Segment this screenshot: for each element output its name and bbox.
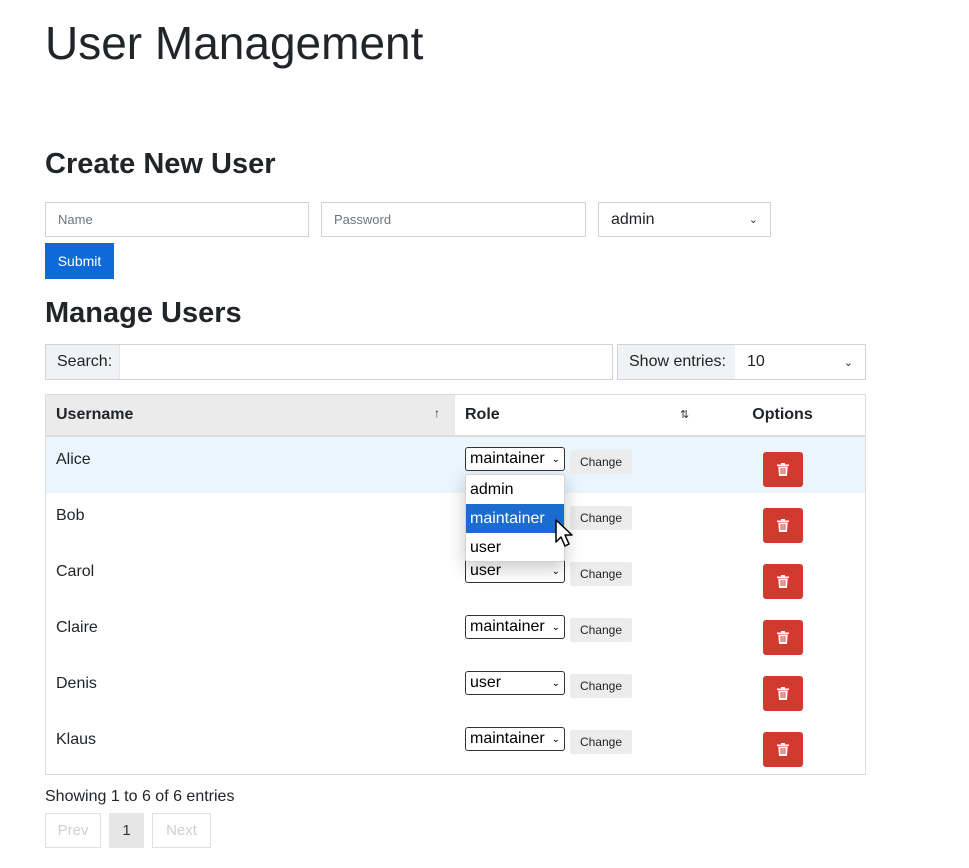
- role-select[interactable]: maintainer ⌄: [465, 447, 565, 471]
- chevron-down-icon: ⌄: [843, 356, 853, 369]
- role-select[interactable]: user ⌄: [465, 671, 565, 695]
- chevron-down-icon: ⌄: [551, 621, 560, 633]
- search-group: Search:: [45, 344, 613, 380]
- next-page-button[interactable]: Next: [152, 813, 211, 848]
- trash-icon: [777, 687, 789, 700]
- trash-icon: [777, 631, 789, 644]
- column-header-username[interactable]: Username ↑: [46, 395, 455, 435]
- column-header-role-label: Role: [465, 406, 500, 423]
- table-row: Claire maintainer ⌄ Change: [46, 605, 865, 661]
- change-role-button[interactable]: Change: [570, 506, 632, 530]
- page-1-button[interactable]: 1: [109, 813, 144, 848]
- delete-user-button[interactable]: [763, 508, 803, 543]
- username-cell: Klaus: [56, 731, 97, 748]
- search-label: Search:: [46, 345, 120, 379]
- trash-icon: [777, 463, 789, 476]
- submit-button[interactable]: Submit: [45, 243, 114, 279]
- show-entries-select[interactable]: 10 ⌄: [735, 345, 865, 379]
- show-entries-group: Show entries: 10 ⌄: [617, 344, 866, 380]
- role-select-value: maintainer: [470, 730, 545, 747]
- chevron-down-icon: ⌄: [748, 214, 758, 226]
- table-row: Denis user ⌄ Change: [46, 661, 865, 717]
- trash-icon: [777, 743, 789, 756]
- username-cell: Alice: [56, 451, 91, 468]
- table-header: Username ↑ Role ⇅ Options: [46, 395, 865, 437]
- sort-both-icon: ⇅: [680, 409, 690, 421]
- column-header-role[interactable]: Role ⇅: [455, 395, 700, 435]
- name-input[interactable]: [45, 202, 309, 237]
- change-role-button[interactable]: Change: [570, 450, 632, 474]
- delete-user-button[interactable]: [763, 564, 803, 599]
- column-header-username-label: Username: [56, 406, 134, 423]
- username-cell: Carol: [56, 563, 95, 580]
- trash-icon: [777, 575, 789, 588]
- entries-info: Showing 1 to 6 of 6 entries: [45, 788, 235, 805]
- role-select-value: maintainer: [470, 450, 545, 467]
- new-user-role-value: admin: [611, 210, 655, 228]
- role-dropdown-list: admin maintainer user: [465, 474, 565, 562]
- chevron-down-icon: ⌄: [551, 733, 560, 745]
- delete-user-button[interactable]: [763, 620, 803, 655]
- role-select[interactable]: user ⌄: [465, 559, 565, 583]
- chevron-down-icon: ⌄: [551, 565, 560, 577]
- show-entries-label: Show entries:: [618, 345, 735, 379]
- sort-ascending-icon: ↑: [434, 406, 440, 420]
- change-role-button[interactable]: Change: [570, 562, 632, 586]
- column-header-options: Options: [752, 406, 813, 423]
- password-input[interactable]: [321, 202, 586, 237]
- role-option-admin[interactable]: admin: [466, 475, 564, 504]
- page-title: User Management: [45, 17, 424, 69]
- username-cell: Bob: [56, 507, 85, 524]
- username-cell: Claire: [56, 619, 98, 636]
- prev-page-button[interactable]: Prev: [45, 813, 101, 848]
- role-select[interactable]: maintainer ⌄: [465, 615, 565, 639]
- chevron-down-icon: ⌄: [551, 453, 560, 465]
- username-cell: Denis: [56, 675, 97, 692]
- table-row: Carol user ⌄ Change: [46, 549, 865, 605]
- users-table: Username ↑ Role ⇅ Options Alice maintaine…: [45, 394, 866, 775]
- search-input[interactable]: [120, 345, 612, 379]
- change-role-button[interactable]: Change: [570, 674, 632, 698]
- role-select-value: user: [470, 562, 502, 579]
- table-row: Alice maintainer ⌄ Change: [46, 437, 865, 493]
- delete-user-button[interactable]: [763, 732, 803, 767]
- role-select[interactable]: maintainer ⌄: [465, 727, 565, 751]
- mouse-pointer-icon: [554, 518, 576, 553]
- chevron-down-icon: ⌄: [551, 677, 560, 689]
- role-option-maintainer[interactable]: maintainer: [466, 504, 564, 533]
- show-entries-value: 10: [747, 353, 765, 370]
- trash-icon: [777, 519, 789, 532]
- new-user-role-select[interactable]: admin ⌄: [598, 202, 771, 237]
- delete-user-button[interactable]: [763, 452, 803, 487]
- table-row: Bobmaintainer⌄Change: [46, 493, 865, 549]
- delete-user-button[interactable]: [763, 676, 803, 711]
- create-user-heading: Create New User: [45, 148, 276, 180]
- change-role-button[interactable]: Change: [570, 730, 632, 754]
- role-select-value: user: [470, 674, 502, 691]
- change-role-button[interactable]: Change: [570, 618, 632, 642]
- role-select-value: maintainer: [470, 618, 545, 635]
- role-option-user[interactable]: user: [466, 533, 564, 561]
- table-row: Klaus maintainer ⌄ Change: [46, 717, 865, 773]
- manage-users-heading: Manage Users: [45, 297, 242, 329]
